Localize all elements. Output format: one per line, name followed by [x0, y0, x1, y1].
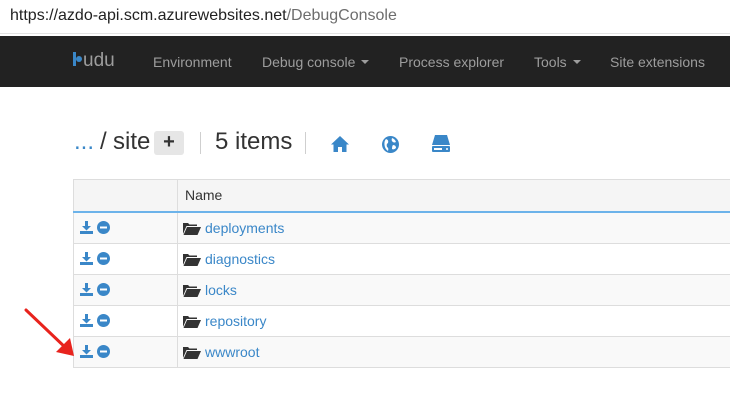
folder-open-icon [183, 315, 201, 328]
row-actions [73, 305, 178, 337]
table-row: repository [73, 305, 730, 337]
folder-open-icon [183, 284, 201, 297]
table-row: deployments [73, 211, 730, 244]
folder-open-icon [183, 253, 201, 266]
url-host: https://azdo-api.scm.azurewebsites.net [10, 7, 287, 24]
download-icon[interactable] [80, 220, 93, 234]
download-icon[interactable] [80, 282, 93, 296]
nav-debug-console[interactable]: Debug console [262, 54, 370, 70]
nav-site-extensions-label: Site extensions [610, 54, 705, 70]
globe-icon[interactable] [381, 135, 400, 154]
folder-link[interactable]: locks [205, 282, 237, 298]
url-path: /DebugConsole [286, 7, 397, 24]
address-bar[interactable]: https://azdo-api.scm.azurewebsites.net/D… [0, 0, 730, 34]
nav-environment-label: Environment [153, 54, 232, 70]
actions-column-header [73, 179, 178, 213]
nav-tools-label: Tools [534, 54, 567, 70]
home-icon[interactable] [330, 135, 350, 153]
caret-down-icon [572, 60, 581, 64]
divider [200, 132, 201, 154]
folder-link[interactable]: deployments [205, 220, 284, 236]
row-name-cell: deployments [177, 211, 730, 244]
row-actions [73, 243, 178, 275]
breadcrumb-current: site [113, 128, 151, 155]
table-header-row: Name [73, 179, 730, 213]
folder-open-icon [183, 346, 201, 359]
breadcrumb-separator: / [100, 128, 107, 155]
delete-icon[interactable] [97, 282, 110, 296]
folder-link[interactable]: repository [205, 313, 266, 329]
url-text[interactable]: https://azdo-api.scm.azurewebsites.net/D… [10, 7, 397, 25]
download-icon[interactable] [80, 344, 93, 358]
breadcrumb-parent-link[interactable]: ... [74, 128, 94, 156]
download-icon[interactable] [80, 251, 93, 265]
row-actions [73, 336, 178, 368]
add-folder-button[interactable]: + [154, 131, 184, 155]
kudu-logo[interactable]: udu [73, 50, 115, 72]
row-name-cell: locks [177, 274, 730, 306]
download-icon[interactable] [80, 313, 93, 327]
row-name-cell: diagnostics [177, 243, 730, 275]
nav-process-explorer-label: Process explorer [399, 54, 505, 70]
folder-link[interactable]: diagnostics [205, 251, 275, 267]
item-count: 5 items [215, 128, 293, 155]
nav-tools[interactable]: Tools [534, 54, 581, 70]
brand-text: udu [83, 50, 115, 71]
annotation-arrow-icon [24, 308, 74, 356]
folder-link[interactable]: wwwroot [205, 344, 259, 360]
drive-icon[interactable] [431, 134, 451, 153]
row-name-cell: wwwroot [177, 336, 730, 368]
nav-process-explorer[interactable]: Process explorer [399, 54, 504, 70]
row-actions [73, 211, 178, 244]
folder-open-icon [183, 222, 201, 235]
delete-icon[interactable] [97, 251, 110, 265]
nav-environment[interactable]: Environment [153, 54, 232, 70]
table-row: diagnostics [73, 243, 730, 275]
top-navbar: udu Environment Debug console Process ex… [0, 36, 730, 87]
divider [305, 132, 306, 154]
table-row: wwwroot [73, 336, 730, 368]
table-row: locks [73, 274, 730, 306]
nav-site-extensions[interactable]: Site extensions [610, 54, 705, 70]
delete-icon[interactable] [97, 220, 110, 234]
nav-debug-console-label: Debug console [262, 54, 356, 70]
kudu-k-icon [73, 50, 83, 68]
caret-down-icon [361, 60, 370, 64]
delete-icon[interactable] [97, 313, 110, 327]
file-table: Name deployments diagnostics locks repos… [73, 179, 730, 368]
row-actions [73, 274, 178, 306]
row-name-cell: repository [177, 305, 730, 337]
delete-icon[interactable] [97, 344, 110, 358]
name-column-header[interactable]: Name [177, 179, 730, 213]
